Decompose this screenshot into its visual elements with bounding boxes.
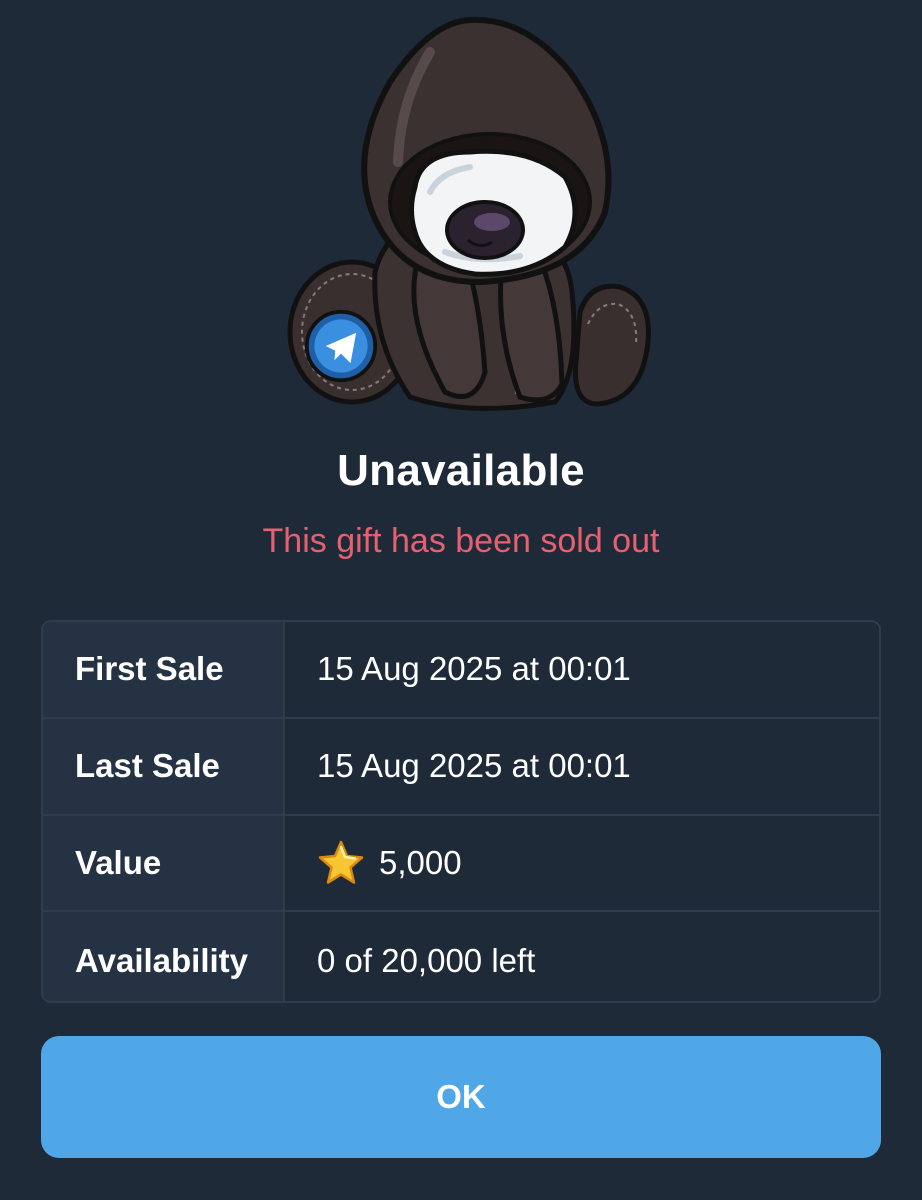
table-row-last-sale: Last Sale 15 Aug 2025 at 00:01 bbox=[43, 718, 879, 816]
availability-label: Availability bbox=[43, 912, 285, 1001]
availability-value: 0 of 20,000 left bbox=[285, 912, 879, 1001]
ok-button[interactable]: OK bbox=[41, 1036, 881, 1158]
gift-info-sheet: Unavailable This gift has been sold out … bbox=[0, 0, 922, 1200]
telegram-logo-icon bbox=[304, 309, 378, 383]
table-row-value: Value 5,000 bbox=[43, 815, 879, 913]
table-row-availability: Availability 0 of 20,000 left bbox=[43, 912, 879, 1001]
star-icon bbox=[318, 840, 364, 884]
sold-out-message: This gift has been sold out bbox=[262, 522, 660, 560]
first-sale-value: 15 Aug 2025 at 00:01 bbox=[285, 622, 879, 717]
gift-status-title: Unavailable bbox=[337, 446, 585, 495]
value-amount: 5,000 bbox=[379, 843, 462, 881]
table-row-first-sale: First Sale 15 Aug 2025 at 00:01 bbox=[43, 622, 879, 719]
first-sale-label: First Sale bbox=[43, 622, 285, 717]
gift-details-table: First Sale 15 Aug 2025 at 00:01 Last Sal… bbox=[41, 620, 881, 1003]
last-sale-value: 15 Aug 2025 at 00:01 bbox=[285, 718, 879, 814]
value-cell: 5,000 bbox=[285, 815, 879, 911]
last-sale-label: Last Sale bbox=[43, 718, 285, 814]
value-label: Value bbox=[43, 815, 285, 911]
